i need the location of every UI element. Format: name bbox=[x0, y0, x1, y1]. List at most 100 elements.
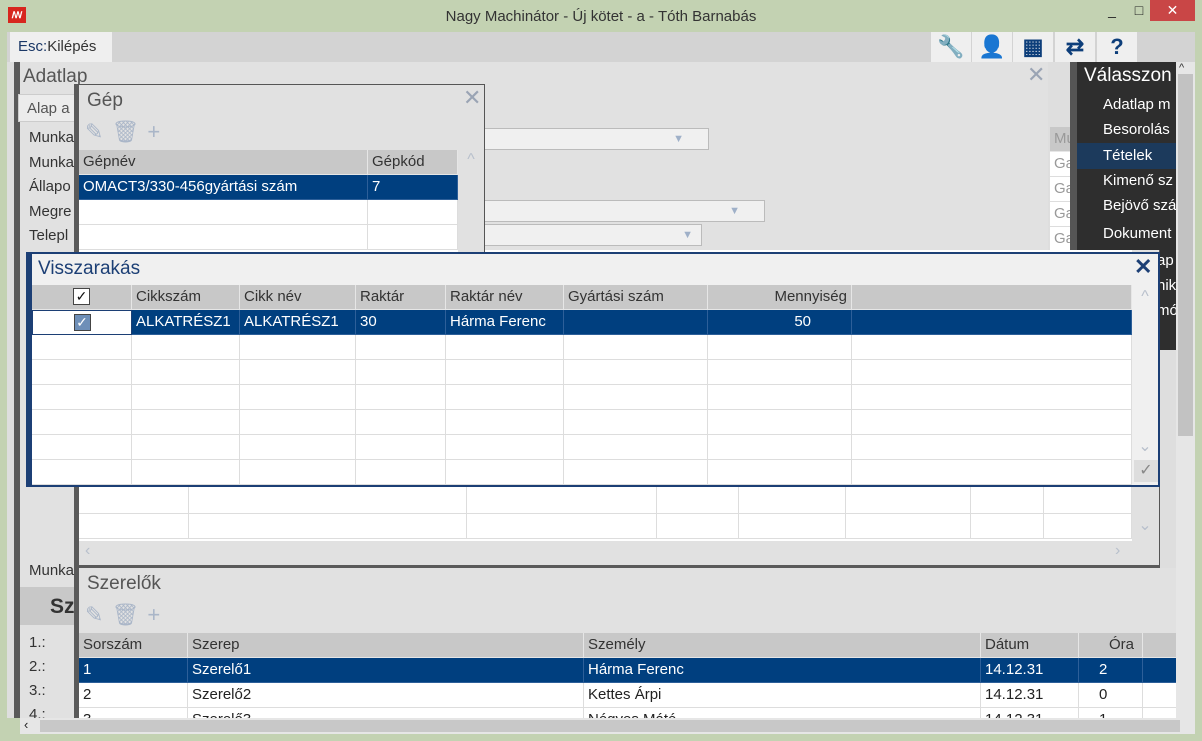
grid-cell[interactable]: OMACT3/330-456gyártási szám bbox=[79, 175, 368, 200]
grid-cell[interactable] bbox=[32, 410, 132, 435]
grid-cell[interactable]: 14.12.31 bbox=[981, 683, 1079, 708]
grid-cell[interactable] bbox=[971, 512, 1044, 539]
dropdown-3[interactable]: ▼ bbox=[480, 224, 702, 246]
vertical-scrollbar[interactable]: ^ bbox=[1176, 62, 1195, 718]
column-header[interactable]: Gépkód bbox=[368, 150, 458, 175]
horizontal-scrollbar[interactable]: ‹ bbox=[20, 717, 1195, 734]
grid-cell[interactable] bbox=[240, 360, 356, 385]
column-header[interactable]: Gyártási szám bbox=[564, 285, 708, 310]
grid-cell[interactable] bbox=[446, 460, 564, 485]
scrollbar-thumb[interactable] bbox=[1178, 74, 1193, 436]
grid-cell[interactable]: Szerelő2 bbox=[188, 683, 584, 708]
grid-cell[interactable]: 30 bbox=[356, 310, 446, 335]
grid-cell[interactable]: Ga bbox=[1050, 152, 1072, 177]
grid-cell[interactable]: Kettes Árpi bbox=[584, 683, 981, 708]
grid-cell[interactable] bbox=[79, 225, 368, 250]
grid-cell[interactable]: 2 bbox=[79, 683, 188, 708]
dropdown-2[interactable]: ▼ bbox=[480, 200, 765, 222]
chevron-left-icon[interactable]: ‹ bbox=[24, 717, 28, 732]
grid-cell[interactable] bbox=[846, 487, 971, 514]
grid-cell[interactable] bbox=[79, 512, 189, 539]
grid-cell[interactable] bbox=[132, 410, 240, 435]
grid-cell[interactable] bbox=[32, 360, 132, 385]
grid-cell[interactable] bbox=[368, 225, 458, 250]
grid-cell[interactable] bbox=[356, 385, 446, 410]
grid-cell[interactable]: 1 bbox=[79, 658, 188, 683]
grid-cell[interactable] bbox=[240, 335, 356, 360]
grid-cell[interactable] bbox=[32, 460, 132, 485]
grid-cell[interactable] bbox=[446, 410, 564, 435]
grid-cell[interactable] bbox=[852, 460, 1132, 485]
grid-cell[interactable] bbox=[1143, 708, 1176, 718]
grid-cell[interactable] bbox=[32, 335, 132, 360]
grid-cell[interactable] bbox=[240, 460, 356, 485]
grid-cell[interactable]: Hárma Ferenc bbox=[584, 658, 981, 683]
grid-cell[interactable] bbox=[708, 460, 852, 485]
grid-cell[interactable] bbox=[240, 410, 356, 435]
grid-cell[interactable] bbox=[1143, 683, 1176, 708]
grid-cell[interactable]: Ga bbox=[1050, 202, 1072, 227]
chevron-up-icon[interactable]: ^ bbox=[461, 151, 481, 169]
grid-cell[interactable] bbox=[446, 360, 564, 385]
help-icon[interactable]: ? bbox=[1097, 32, 1137, 62]
grid-cell[interactable] bbox=[1143, 658, 1176, 683]
maximize-button[interactable]: □ bbox=[1126, 0, 1152, 21]
minimize-button[interactable]: _ bbox=[1098, 0, 1126, 21]
trash-icon[interactable]: 🗑 bbox=[111, 602, 139, 628]
grid-cell[interactable] bbox=[852, 410, 1132, 435]
side-menu-item-selected[interactable]: Tételek bbox=[1077, 143, 1176, 169]
grid-cell[interactable]: Négyes Máté bbox=[584, 708, 981, 718]
swap-icon[interactable]: ⇄ bbox=[1055, 32, 1095, 62]
side-menu-item[interactable]: Kimenő sz bbox=[1077, 168, 1176, 194]
grid-cell[interactable] bbox=[356, 360, 446, 385]
grid-cell[interactable] bbox=[1044, 487, 1132, 514]
grid-cell[interactable] bbox=[356, 460, 446, 485]
exit-button[interactable]: Esc:Kilépés bbox=[10, 32, 112, 62]
grid-cell[interactable]: ALKATRÉSZ1 bbox=[240, 310, 356, 335]
grid-cell[interactable]: Hárma Ferenc bbox=[446, 310, 564, 335]
grid-cell[interactable] bbox=[79, 487, 189, 514]
grid-cell[interactable] bbox=[739, 512, 846, 539]
grid-cell[interactable] bbox=[446, 335, 564, 360]
grid-cell[interactable] bbox=[564, 335, 708, 360]
grid-cell[interactable] bbox=[657, 512, 739, 539]
grid-cell[interactable]: 14.12.31 bbox=[981, 708, 1079, 718]
side-menu-item[interactable]: Bejövő szá bbox=[1077, 193, 1176, 219]
grid-cell[interactable] bbox=[132, 435, 240, 460]
grid-cell[interactable] bbox=[79, 200, 368, 225]
adatlap-close-icon[interactable]: ✕ bbox=[1027, 62, 1045, 88]
grid-cell[interactable] bbox=[132, 385, 240, 410]
grid-cell[interactable] bbox=[356, 435, 446, 460]
grid-cell[interactable]: 3 bbox=[79, 708, 188, 718]
grid-cell[interactable]: 14.12.31 bbox=[981, 658, 1079, 683]
trash-icon[interactable]: 🗑 bbox=[111, 119, 139, 145]
grid-cell[interactable] bbox=[708, 435, 852, 460]
grid-cell[interactable]: Szerelő1 bbox=[188, 658, 584, 683]
grid-cell[interactable] bbox=[852, 360, 1132, 385]
grid-cell[interactable] bbox=[446, 435, 564, 460]
grid-cell[interactable] bbox=[189, 487, 467, 514]
grid-cell[interactable] bbox=[240, 385, 356, 410]
grid-cell[interactable] bbox=[467, 512, 657, 539]
user-icon[interactable]: 👤 bbox=[972, 32, 1012, 62]
grid-cell[interactable] bbox=[132, 335, 240, 360]
grid-cell[interactable]: 0 bbox=[1079, 683, 1143, 708]
grid-cell[interactable] bbox=[708, 335, 852, 360]
grid-cell[interactable] bbox=[32, 435, 132, 460]
grid-cell[interactable] bbox=[852, 335, 1132, 360]
grid-cell[interactable] bbox=[368, 200, 458, 225]
grid-cell[interactable] bbox=[852, 310, 1132, 335]
tab-alap[interactable]: Alap a bbox=[18, 94, 78, 122]
select-all-header[interactable]: ✓ bbox=[32, 285, 132, 310]
grid-cell[interactable]: ALKATRÉSZ1 bbox=[132, 310, 240, 335]
column-header[interactable]: Szerep bbox=[188, 633, 584, 658]
chevron-right-icon[interactable]: › bbox=[1115, 542, 1120, 560]
grid-cell[interactable]: 1 bbox=[1079, 708, 1143, 718]
grid-cell[interactable] bbox=[564, 360, 708, 385]
grid-cell[interactable] bbox=[852, 435, 1132, 460]
grid-icon[interactable]: ▦ bbox=[1013, 32, 1053, 62]
grid-cell[interactable]: 2 bbox=[1079, 658, 1143, 683]
dialog-close-icon[interactable]: ✕ bbox=[1134, 254, 1152, 280]
grid-cell[interactable]: Ga bbox=[1050, 227, 1072, 252]
dropdown-1[interactable]: ▼ bbox=[480, 128, 709, 150]
